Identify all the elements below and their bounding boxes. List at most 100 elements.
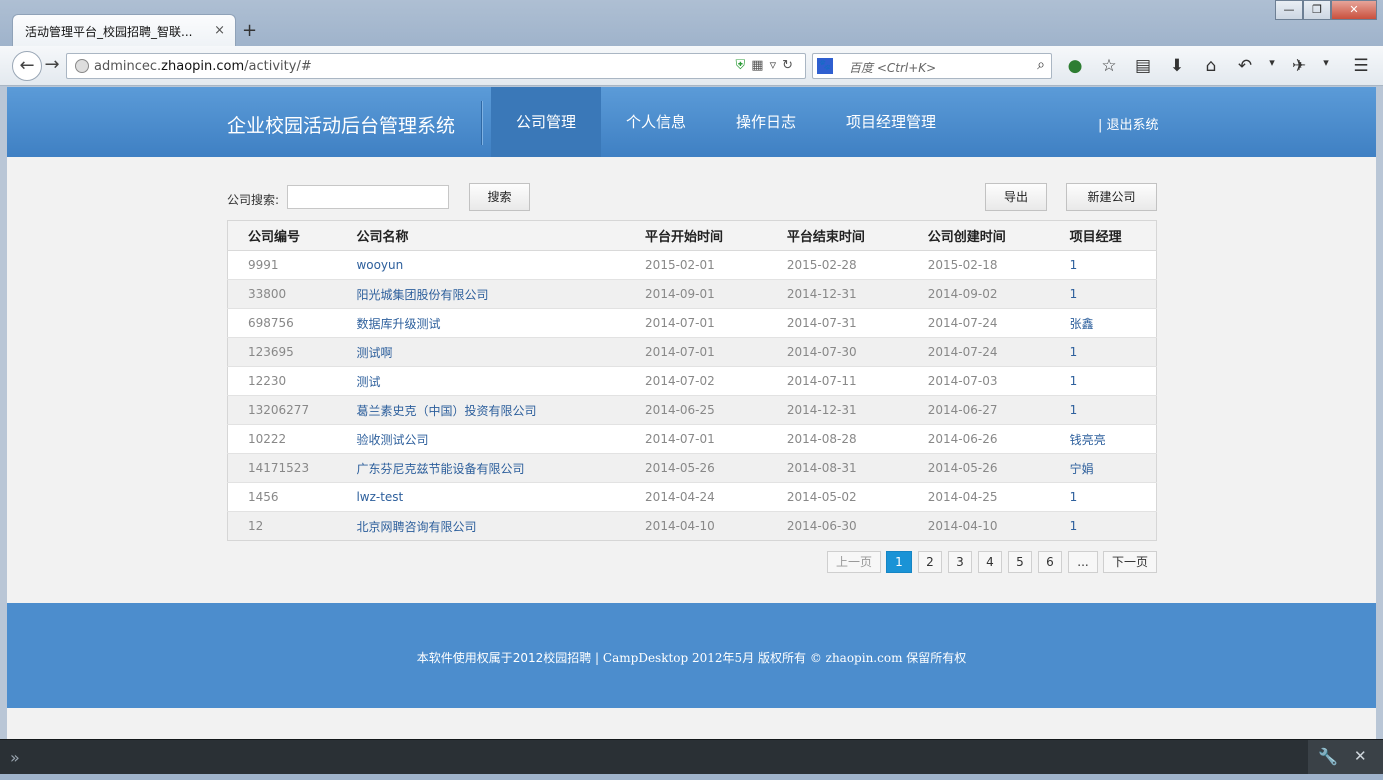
project-manager-link[interactable]: 张鑫 [1049, 308, 1157, 338]
end-date-cell: 2014-08-28 [766, 424, 908, 454]
column-header: 公司编号 [227, 220, 337, 251]
created-date-cell: 2014-07-24 [907, 337, 1050, 367]
console-prompt-icon[interactable]: » [10, 748, 20, 767]
table-row: 1456 lwz-test 2014-04-24 2014-05-02 2014-04-… [227, 482, 1157, 512]
undo-icon[interactable]: ↶ [1228, 56, 1262, 76]
addon-icon[interactable]: ● [1058, 56, 1092, 76]
page-button[interactable]: 6 [1038, 551, 1062, 573]
project-manager-link[interactable]: 宁娟 [1049, 453, 1157, 483]
company-id-cell: 12 [227, 511, 337, 541]
menu-personal-info[interactable]: 个人信息 [601, 87, 711, 157]
window-bottom-border [0, 774, 1383, 780]
new-tab-icon[interactable]: + [242, 20, 257, 41]
table-header-row: 公司编号 公司名称 平台开始时间 平台结束时间 公司创建时间 项目经理 [227, 220, 1157, 251]
menu-operation-log[interactable]: 操作日志 [711, 87, 821, 157]
project-manager-link[interactable]: 1 [1049, 366, 1157, 396]
extension-icon[interactable]: ✈ [1282, 56, 1316, 76]
project-manager-link[interactable]: 1 [1049, 482, 1157, 512]
site-header: 企业校园活动后台管理系统 公司管理 个人信息 操作日志 项目经理管理 | 退出系… [7, 87, 1376, 157]
column-header: 平台开始时间 [625, 220, 767, 251]
window-controls: — ❐ ✕ [1275, 0, 1377, 20]
created-date-cell: 2014-06-26 [907, 424, 1050, 454]
end-date-cell: 2014-07-31 [766, 308, 908, 338]
browser-navbar: ← → admincec.zhaopin.com/activity/# ⛨▦▿↻… [0, 46, 1383, 86]
browser-tab[interactable]: 活动管理平台_校园招聘_智联... × [12, 14, 236, 48]
shield-icon[interactable]: ⛨ [736, 58, 752, 73]
reading-list-icon[interactable]: ▤ [1126, 56, 1160, 76]
company-search-input[interactable] [287, 185, 449, 209]
search-button[interactable]: 搜索 [469, 183, 530, 211]
export-button[interactable]: 导出 [985, 183, 1047, 211]
magnifier-icon[interactable]: ⌕ [1037, 57, 1045, 73]
page-button[interactable]: 1 [886, 551, 912, 573]
project-manager-link[interactable]: 1 [1049, 395, 1157, 425]
page-ellipsis[interactable]: ... [1068, 551, 1098, 573]
wrench-icon[interactable]: 🔧 [1318, 747, 1338, 766]
page-button[interactable]: 3 [948, 551, 972, 573]
table-row: 33800 阳光城集团股份有限公司 2014-09-01 2014-12-31 2014… [227, 279, 1157, 309]
logout-link[interactable]: | 退出系统 [1098, 114, 1159, 133]
end-date-cell: 2014-06-30 [766, 511, 908, 541]
company-name-link[interactable]: 北京网聘咨询有限公司 [336, 511, 626, 541]
start-date-cell: 2014-07-02 [625, 366, 767, 396]
company-name-link[interactable]: 测试 [336, 366, 626, 396]
next-page-button[interactable]: 下一页 [1103, 551, 1157, 573]
browser-titlebar: 活动管理平台_校园招聘_智联... × + — ❐ ✕ [0, 0, 1383, 48]
footer-copyright: 本软件使用权属于2012校园招聘 | CampDesktop 2012年5月 版… [416, 651, 967, 665]
column-header: 公司名称 [336, 220, 626, 251]
tab-close-icon[interactable]: × [214, 23, 225, 38]
start-date-cell: 2014-09-01 [625, 279, 767, 309]
close-icon[interactable]: ✕ [1354, 747, 1367, 765]
company-name-link[interactable]: 葛兰素史克（中国）投资有限公司 [336, 395, 626, 425]
company-name-link[interactable]: 阳光城集团股份有限公司 [336, 279, 626, 309]
download-icon[interactable]: ⬇ [1160, 56, 1194, 76]
search-bar[interactable]: 🐾 百度 <Ctrl+K> ⌕ [812, 53, 1052, 79]
close-window-button[interactable]: ✕ [1331, 0, 1377, 20]
search-placeholder: 百度 <Ctrl+K> [849, 61, 937, 75]
company-name-link[interactable]: 广东芬尼克兹节能设备有限公司 [336, 453, 626, 483]
company-table: 公司编号 公司名称 平台开始时间 平台结束时间 公司创建时间 项目经理 9991… [227, 220, 1157, 541]
bookmark-star-icon[interactable]: ☆ [1092, 56, 1126, 76]
chevron-down-icon[interactable]: ▾ [1316, 56, 1336, 76]
end-date-cell: 2014-12-31 [766, 279, 908, 309]
table-row: 10222 验收测试公司 2014-07-01 2014-08-28 2014-06-2… [227, 424, 1157, 454]
baidu-engine-icon[interactable]: 🐾 [817, 58, 833, 74]
site-brand: 企业校园活动后台管理系统 [227, 115, 456, 137]
company-name-link[interactable]: 测试啊 [336, 337, 626, 367]
forward-arrow-icon[interactable]: → [40, 51, 64, 81]
start-date-cell: 2014-04-10 [625, 511, 767, 541]
hamburger-menu-icon[interactable]: ☰ [1344, 56, 1378, 76]
project-manager-link[interactable]: 1 [1049, 250, 1157, 280]
qr-code-icon[interactable]: ▦ [751, 58, 769, 73]
created-date-cell: 2014-07-24 [907, 308, 1050, 338]
back-arrow-icon[interactable]: ← [12, 51, 42, 81]
chevron-down-icon[interactable]: ▾ [1262, 56, 1282, 76]
globe-icon [75, 59, 89, 73]
home-icon[interactable]: ⌂ [1194, 56, 1228, 76]
company-name-link[interactable]: lwz-test [336, 482, 626, 512]
menu-pm-management[interactable]: 项目经理管理 [821, 87, 961, 157]
project-manager-link[interactable]: 1 [1049, 511, 1157, 541]
project-manager-link[interactable]: 1 [1049, 279, 1157, 309]
page-button[interactable]: 5 [1008, 551, 1032, 573]
page-button[interactable]: 2 [918, 551, 942, 573]
company-id-cell: 698756 [227, 308, 337, 338]
page-button[interactable]: 4 [978, 551, 1002, 573]
project-manager-link[interactable]: 1 [1049, 337, 1157, 367]
address-bar[interactable]: admincec.zhaopin.com/activity/# ⛨▦▿↻ [66, 53, 806, 79]
minimize-button[interactable]: — [1275, 0, 1303, 20]
end-date-cell: 2014-05-02 [766, 482, 908, 512]
devtools-bar: » 🔧 ✕ [0, 739, 1383, 774]
project-manager-link[interactable]: 钱亮亮 [1049, 424, 1157, 454]
url-text: admincec.zhaopin.com/activity/# [94, 59, 312, 74]
company-name-link[interactable]: wooyun [336, 250, 626, 280]
menu-company-management[interactable]: 公司管理 [491, 87, 602, 157]
new-company-button[interactable]: 新建公司 [1066, 183, 1157, 211]
dropdown-arrow-icon[interactable]: ▿ [770, 58, 783, 73]
prev-page-button[interactable]: 上一页 [827, 551, 881, 573]
company-name-link[interactable]: 数据库升级测试 [336, 308, 626, 338]
reload-icon[interactable]: ↻ [782, 58, 799, 73]
url-actions: ⛨▦▿↻ [736, 58, 800, 73]
maximize-button[interactable]: ❐ [1303, 0, 1331, 20]
company-name-link[interactable]: 验收测试公司 [336, 424, 626, 454]
